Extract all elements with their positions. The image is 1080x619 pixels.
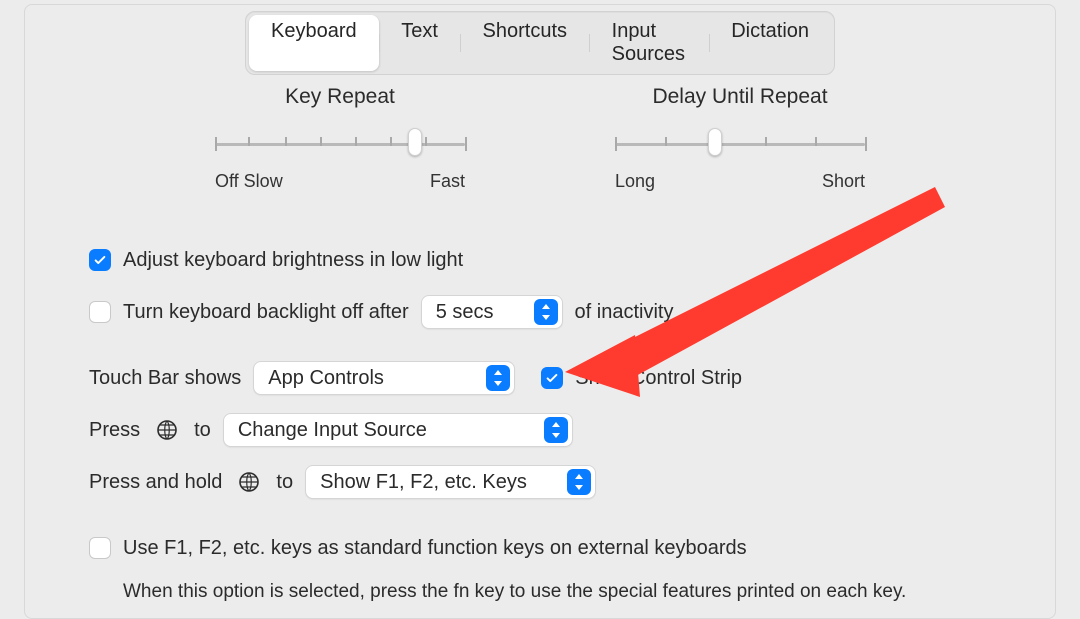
touch-bar-shows-select[interactable]: App Controls: [253, 361, 515, 395]
press-globe-value: Change Input Source: [238, 419, 544, 442]
stepper-icon: [567, 469, 591, 495]
touch-bar-shows-value: App Controls: [268, 367, 486, 390]
press-globe-suffix: to: [194, 419, 211, 442]
settings-rows: Adjust keyboard brightness in low light …: [89, 239, 991, 605]
key-repeat-label-right: Fast: [430, 171, 465, 192]
tab-dictation[interactable]: Dictation: [709, 15, 831, 71]
delay-repeat-label-right: Short: [822, 171, 865, 192]
backlight-off-suffix: of inactivity: [575, 301, 674, 324]
show-control-strip-checkbox[interactable]: [541, 367, 563, 389]
key-repeat-group: Key Repeat Off Slow Fast: [215, 85, 465, 192]
backlight-off-duration-value: 5 secs: [436, 301, 534, 324]
key-repeat-slider[interactable]: [215, 131, 465, 159]
delay-repeat-slider[interactable]: [615, 131, 865, 159]
backlight-off-label: Turn keyboard backlight off after: [123, 301, 409, 324]
show-control-strip-label: Show Control Strip: [575, 367, 742, 390]
sliders-row: Key Repeat Off Slow Fast Delay Until Rep…: [25, 85, 1055, 192]
hold-globe-select[interactable]: Show F1, F2, etc. Keys: [305, 465, 596, 499]
press-globe-row: Press to Change Input Source: [89, 409, 991, 451]
adjust-brightness-label: Adjust keyboard brightness in low light: [123, 249, 463, 272]
touch-bar-label: Touch Bar shows: [89, 367, 241, 390]
stepper-icon: [534, 299, 558, 325]
delay-repeat-title: Delay Until Repeat: [615, 85, 865, 109]
backlight-off-checkbox[interactable]: [89, 301, 111, 323]
stepper-icon: [544, 417, 568, 443]
hold-globe-row: Press and hold to Show F1, F2, etc. Keys: [89, 461, 991, 503]
globe-icon: [238, 471, 260, 493]
press-globe-select[interactable]: Change Input Source: [223, 413, 573, 447]
tab-input-sources[interactable]: Input Sources: [590, 15, 709, 71]
preferences-tabs: Keyboard Text Shortcuts Input Sources Di…: [245, 11, 835, 75]
tab-shortcuts[interactable]: Shortcuts: [461, 15, 589, 71]
delay-repeat-label-left: Long: [615, 171, 655, 192]
fn-keys-row: Use F1, F2, etc. keys as standard functi…: [89, 527, 991, 569]
key-repeat-title: Key Repeat: [215, 85, 465, 109]
key-repeat-label-left: Off Slow: [215, 171, 283, 192]
globe-icon: [156, 419, 178, 441]
adjust-brightness-row: Adjust keyboard brightness in low light: [89, 239, 991, 281]
touch-bar-row: Touch Bar shows App Controls Show Contro…: [89, 357, 991, 399]
keyboard-preferences-panel: Keyboard Text Shortcuts Input Sources Di…: [24, 4, 1056, 619]
hold-globe-value: Show F1, F2, etc. Keys: [320, 471, 567, 494]
hold-globe-prefix: Press and hold: [89, 471, 222, 494]
hold-globe-suffix: to: [276, 471, 293, 494]
backlight-off-duration-select[interactable]: 5 secs: [421, 295, 563, 329]
fn-keys-description: When this option is selected, press the …: [123, 579, 983, 605]
adjust-brightness-checkbox[interactable]: [89, 249, 111, 271]
backlight-off-row: Turn keyboard backlight off after 5 secs…: [89, 291, 991, 333]
press-globe-prefix: Press: [89, 419, 140, 442]
fn-keys-checkbox[interactable]: [89, 537, 111, 559]
stepper-icon: [486, 365, 510, 391]
tab-keyboard[interactable]: Keyboard: [249, 15, 379, 71]
tab-text[interactable]: Text: [379, 15, 460, 71]
delay-repeat-group: Delay Until Repeat Long Short: [615, 85, 865, 192]
fn-keys-label: Use F1, F2, etc. keys as standard functi…: [123, 537, 747, 560]
